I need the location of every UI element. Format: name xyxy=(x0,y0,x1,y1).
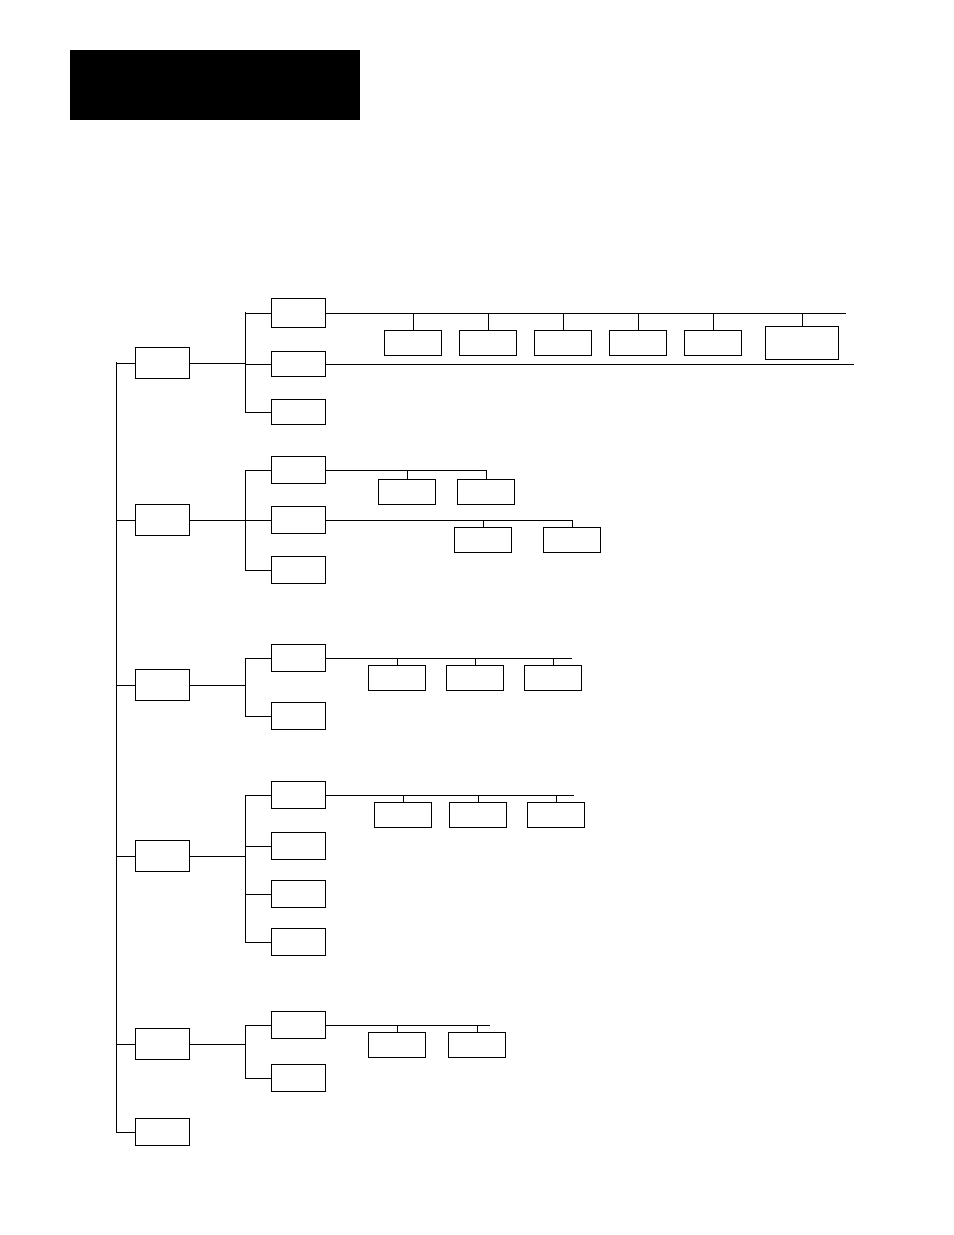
tick-g2s1-0 xyxy=(407,470,408,479)
leaf-box-g5s1-0 xyxy=(368,1032,426,1058)
connector-g4s4 xyxy=(245,942,271,943)
diagram-page xyxy=(0,0,954,1235)
tick-g1s1-1 xyxy=(488,313,489,330)
horiz-g4s1 xyxy=(326,795,574,796)
leaf-box-g1s1-5 xyxy=(765,326,839,360)
leaf-box-g1s1-2 xyxy=(534,330,592,356)
connector-g5-to-subtrunk xyxy=(190,1044,245,1045)
connector-g5s1 xyxy=(245,1025,271,1026)
sub-box-g3s2 xyxy=(271,702,326,730)
connector-g4-to-subtrunk xyxy=(190,856,245,857)
group-box-g5 xyxy=(135,1028,190,1060)
subtrunk-g1 xyxy=(245,312,246,412)
connector-g1s3 xyxy=(245,412,271,413)
horiz-g3s1 xyxy=(326,658,572,659)
leaf-box-g3s1-0 xyxy=(368,665,426,691)
subtrunk-g4 xyxy=(245,795,246,942)
leaf-box-g4s1-0 xyxy=(374,802,432,828)
tick-g1s1-4 xyxy=(713,313,714,330)
leaf-box-g2s1-1 xyxy=(457,479,515,505)
main-trunk xyxy=(116,362,117,1132)
header-black-box xyxy=(70,50,360,120)
horiz-g5s1 xyxy=(326,1025,490,1026)
sub-box-g1s3 xyxy=(271,399,326,425)
connector-g6 xyxy=(116,1132,135,1133)
group-box-g6 xyxy=(135,1118,190,1146)
sub-box-g5s1 xyxy=(271,1011,326,1039)
connector-g4s1 xyxy=(245,795,271,796)
sub-box-g4s3 xyxy=(271,880,326,908)
tick-g1s1-2 xyxy=(563,313,564,330)
tick-g4s1-0 xyxy=(403,795,404,802)
connector-g2 xyxy=(116,520,135,521)
tick-g5s1-1 xyxy=(477,1025,478,1032)
connector-g5 xyxy=(116,1044,135,1045)
connector-g1-to-subtrunk xyxy=(190,363,245,364)
sub-box-g4s4 xyxy=(271,928,326,956)
horiz-g1s2 xyxy=(326,364,854,365)
sub-box-g2s3 xyxy=(271,556,326,584)
horiz-g2s1 xyxy=(326,470,486,471)
sub-box-g2s2 xyxy=(271,506,326,534)
group-box-g1 xyxy=(135,347,190,379)
horiz-g1s1 xyxy=(326,313,846,314)
connector-g4s3 xyxy=(245,894,271,895)
connector-g3-to-subtrunk xyxy=(190,685,245,686)
tick-g3s1-1 xyxy=(475,658,476,665)
tick-g3s1-2 xyxy=(553,658,554,665)
connector-g2s3 xyxy=(245,570,271,571)
connector-g2s1 xyxy=(245,470,271,471)
horiz-g2s2 xyxy=(326,520,572,521)
tick-g5s1-0 xyxy=(397,1025,398,1032)
tick-g4s1-2 xyxy=(556,795,557,802)
leaf-box-g2s2-0 xyxy=(454,527,512,553)
sub-box-g3s1 xyxy=(271,644,326,672)
connector-g2-to-subtrunk xyxy=(190,520,245,521)
leaf-box-g2s2-1 xyxy=(543,527,601,553)
leaf-box-g5s1-1 xyxy=(448,1032,506,1058)
connector-g1s2 xyxy=(245,364,271,365)
leaf-box-g3s1-1 xyxy=(446,665,504,691)
leaf-box-g4s1-2 xyxy=(527,802,585,828)
connector-g1s1 xyxy=(245,313,271,314)
leaf-box-g4s1-1 xyxy=(449,802,507,828)
leaf-box-g1s1-4 xyxy=(684,330,742,356)
tick-g3s1-0 xyxy=(397,658,398,665)
connector-g3 xyxy=(116,685,135,686)
connector-g4 xyxy=(116,856,135,857)
connector-g4s2 xyxy=(245,846,271,847)
leaf-box-g1s1-1 xyxy=(459,330,517,356)
leaf-box-g1s1-0 xyxy=(384,330,442,356)
tick-g2s1-1 xyxy=(486,470,487,479)
connector-g3s1 xyxy=(245,658,271,659)
connector-g5s2 xyxy=(245,1078,271,1079)
tick-g1s1-0 xyxy=(413,313,414,330)
group-box-g3 xyxy=(135,669,190,701)
tick-g2s2-1 xyxy=(572,520,573,527)
tick-g1s1-5 xyxy=(802,313,803,326)
tick-g1s1-3 xyxy=(638,313,639,330)
connector-g2s2 xyxy=(245,520,271,521)
tick-g2s2-0 xyxy=(483,520,484,527)
sub-box-g1s2 xyxy=(271,351,326,377)
connector-g1 xyxy=(116,363,135,364)
sub-box-g4s2 xyxy=(271,832,326,860)
tick-g4s1-1 xyxy=(478,795,479,802)
leaf-box-g1s1-3 xyxy=(609,330,667,356)
sub-box-g4s1 xyxy=(271,781,326,809)
group-box-g4 xyxy=(135,840,190,872)
leaf-box-g2s1-0 xyxy=(378,479,436,505)
sub-box-g1s1 xyxy=(271,298,326,328)
subtrunk-g3 xyxy=(245,658,246,716)
subtrunk-g5 xyxy=(245,1025,246,1078)
sub-box-g2s1 xyxy=(271,456,326,484)
leaf-box-g3s1-2 xyxy=(524,665,582,691)
sub-box-g5s2 xyxy=(271,1064,326,1092)
group-box-g2 xyxy=(135,504,190,536)
connector-g3s2 xyxy=(245,716,271,717)
